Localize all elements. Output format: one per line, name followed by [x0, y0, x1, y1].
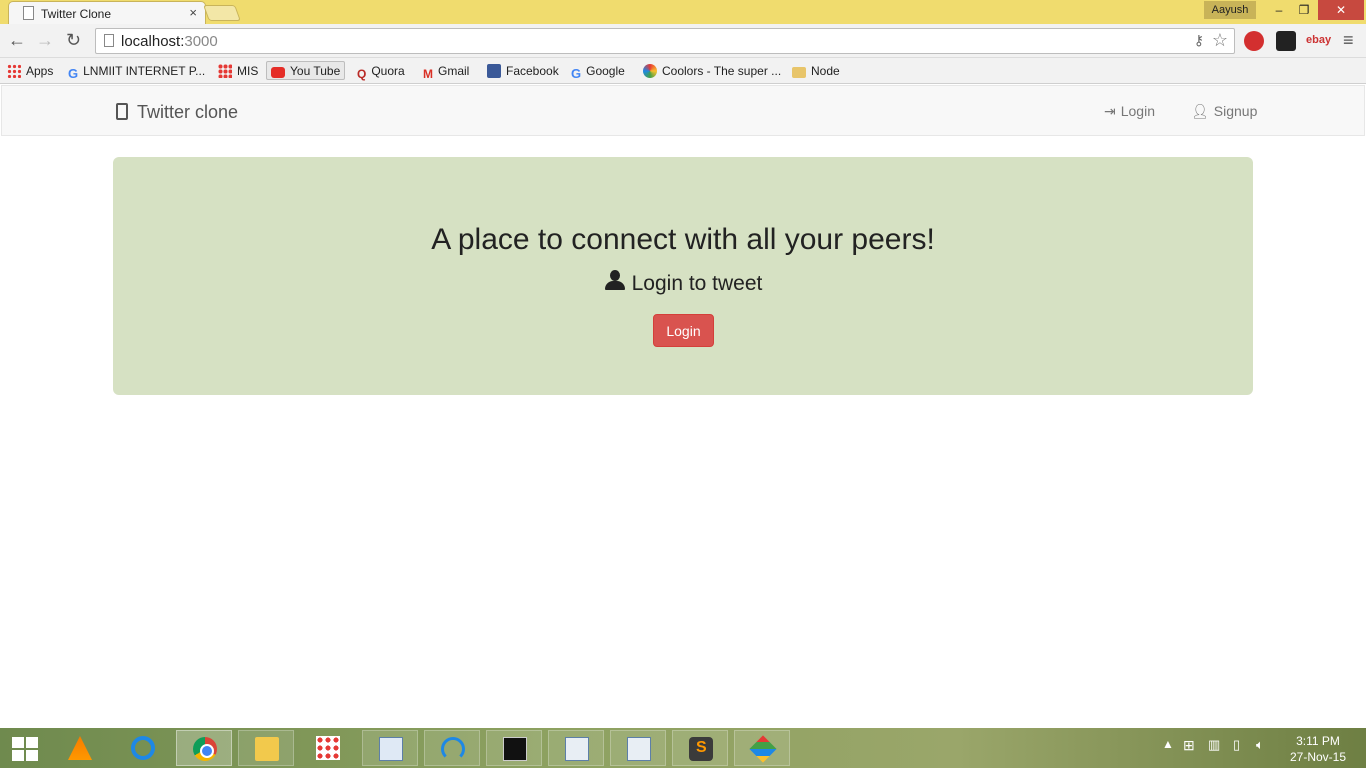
page-icon: [104, 34, 114, 47]
taskbar-file-explorer[interactable]: [238, 730, 294, 766]
glasses-extension-icon[interactable]: [1276, 31, 1296, 51]
profile-badge[interactable]: Aayush: [1204, 1, 1256, 19]
tab-title: Twitter Clone: [41, 7, 112, 21]
network-icon[interactable]: ▥: [1208, 737, 1220, 753]
browser-toolbar: ← → ↻ localhost:3000 ⚷ ☆ ebay ≡: [0, 24, 1366, 58]
bookmark-mis[interactable]: MIS: [218, 62, 258, 81]
coolors-icon: [643, 64, 657, 78]
internet-explorer-icon: [131, 736, 155, 760]
apps-grid-icon: [7, 64, 21, 78]
brand-link[interactable]: Twitter clone: [116, 102, 238, 123]
taskbar-cmd[interactable]: [486, 730, 542, 766]
taskbar-app-diamond[interactable]: [734, 730, 790, 766]
hero-heading: A place to connect with all your peers!: [431, 223, 935, 256]
google-icon: G: [68, 66, 79, 81]
bookmark-apps[interactable]: Apps: [7, 62, 53, 81]
windows-start-icon[interactable]: [12, 737, 38, 761]
new-tab-button[interactable]: [203, 5, 241, 21]
bookmark-lnmiit[interactable]: G LNMIIT INTERNET P...: [68, 62, 205, 81]
bookmark-google[interactable]: G Google: [571, 62, 625, 81]
power-extension-icon[interactable]: [1244, 31, 1264, 51]
clock-date: 27-Nov-15: [1289, 750, 1347, 764]
show-hidden-icons-icon[interactable]: ▲: [1162, 737, 1174, 751]
login-button[interactable]: Login: [653, 314, 714, 347]
clock-time: 3:11 PM: [1296, 734, 1340, 748]
bookmark-coolors[interactable]: Coolors - The super ...: [643, 62, 781, 81]
news-icon: [565, 737, 589, 761]
bookmarks-bar: Apps G LNMIIT INTERNET P... MIS You Tube …: [0, 58, 1366, 84]
taskbar-apps[interactable]: [300, 730, 356, 766]
site-navbar: Twitter clone ⇥ Login 👤︎ Signup: [1, 85, 1365, 136]
browser-title-bar: Twitter Clone × Aayush – ❐ ✕: [0, 0, 1366, 24]
menu-icon[interactable]: ≡: [1343, 30, 1354, 51]
taskbar-vlc[interactable]: [52, 730, 108, 766]
bookmark-youtube[interactable]: You Tube: [266, 61, 346, 80]
log-in-icon: ⇥: [1104, 103, 1116, 119]
hero-jumbotron: A place to connect with all your peers! …: [113, 157, 1253, 395]
nav-signup-link[interactable]: 👤︎ Signup: [1191, 103, 1257, 120]
volume-icon[interactable]: 🔈︎: [1256, 737, 1264, 753]
reload-icon[interactable]: ↻: [66, 30, 81, 51]
wifi-icon: [441, 737, 465, 761]
hero-subheading: Login to tweet: [113, 270, 1253, 296]
minimize-button[interactable]: –: [1266, 0, 1292, 20]
google-icon: G: [571, 66, 582, 81]
close-window-button[interactable]: ✕: [1318, 0, 1364, 20]
taskbar-wifi[interactable]: [424, 730, 480, 766]
ebay-extension-icon[interactable]: ebay: [1306, 34, 1332, 54]
phone-icon: [116, 103, 128, 120]
battery-icon[interactable]: ▯: [1233, 737, 1240, 753]
address-bar[interactable]: localhost:3000 ⚷ ☆: [95, 28, 1235, 54]
bookmark-star-icon[interactable]: ☆: [1212, 30, 1228, 51]
bookmark-gmail[interactable]: M Gmail: [423, 62, 469, 81]
taskbar-sublime[interactable]: [672, 730, 728, 766]
command-prompt-icon: [503, 737, 527, 761]
diamond-app-icon: [749, 735, 777, 763]
facebook-icon: [487, 64, 501, 78]
taskbar-news-1[interactable]: [548, 730, 604, 766]
url-text[interactable]: localhost:3000: [121, 33, 218, 50]
bookmark-facebook[interactable]: Facebook: [487, 62, 559, 81]
news-icon: [627, 737, 651, 761]
taskbar-keyboard[interactable]: [362, 730, 418, 766]
youtube-icon: [271, 67, 285, 78]
sublime-text-icon: [689, 737, 713, 761]
bookmark-quora[interactable]: Q Quora: [357, 62, 405, 81]
restore-button[interactable]: ❐: [1291, 0, 1317, 20]
bookmark-node[interactable]: Node: [792, 62, 840, 81]
gmail-icon: M: [423, 67, 433, 81]
taskbar-chrome[interactable]: [176, 730, 232, 766]
mis-icon: [218, 64, 232, 78]
forward-arrow-icon[interactable]: →: [36, 30, 54, 51]
brand-text: Twitter clone: [137, 102, 239, 122]
taskbar-ie[interactable]: [115, 730, 171, 766]
back-arrow-icon[interactable]: ←: [8, 30, 26, 51]
apps-grid-icon: [316, 736, 340, 760]
file-explorer-icon: [255, 737, 279, 761]
user-icon: [604, 270, 626, 292]
keyboard-icon: [379, 737, 403, 761]
taskbar-news-2[interactable]: [610, 730, 666, 766]
user-icon: 👤︎: [1191, 103, 1209, 119]
chrome-icon: [193, 737, 217, 761]
action-center-icon[interactable]: ⊞: [1183, 737, 1195, 754]
browser-tab[interactable]: Twitter Clone ×: [8, 1, 206, 24]
tab-close-icon[interactable]: ×: [189, 5, 197, 20]
vlc-icon: [68, 736, 92, 760]
taskbar-clock[interactable]: 3:11 PM 27-Nov-15: [1284, 733, 1352, 765]
quora-icon: Q: [357, 67, 367, 81]
key-icon[interactable]: ⚷: [1194, 32, 1204, 49]
folder-icon: [792, 67, 806, 78]
nav-login-link[interactable]: ⇥ Login: [1104, 103, 1155, 120]
page-icon: [23, 6, 34, 20]
